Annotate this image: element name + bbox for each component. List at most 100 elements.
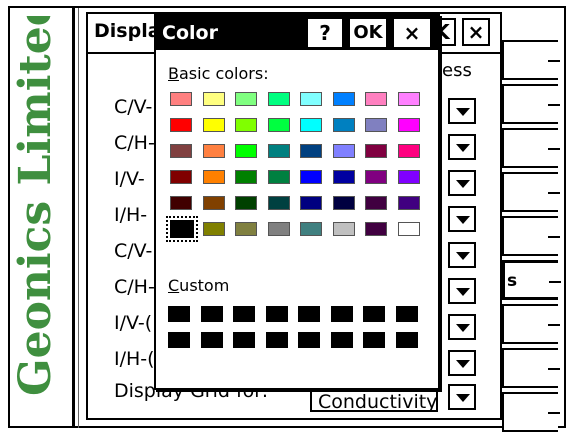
basic-color-swatch[interactable] — [202, 118, 225, 132]
custom-colors-label: Custom — [168, 276, 230, 295]
basic-color-swatch[interactable] — [397, 92, 420, 106]
basic-color-swatch[interactable] — [332, 92, 355, 106]
basic-color-swatch[interactable] — [300, 170, 322, 184]
custom-color-swatch[interactable] — [330, 332, 353, 348]
column-header-fragment: ess — [442, 60, 472, 81]
basic-color-swatch[interactable] — [235, 118, 257, 132]
side-panel-tick — [548, 236, 560, 238]
basic-color-swatch[interactable] — [300, 222, 322, 236]
side-panel-button[interactable] — [502, 40, 560, 80]
row-dropdown-button[interactable] — [448, 170, 476, 196]
basic-color-swatch[interactable] — [202, 144, 225, 158]
basic-color-swatch[interactable] — [235, 196, 257, 210]
brand-text: Geonics Limited — [10, 16, 61, 396]
custom-color-swatch[interactable] — [363, 332, 385, 348]
custom-color-swatch[interactable] — [265, 332, 288, 348]
basic-color-swatch[interactable] — [300, 92, 322, 106]
custom-color-swatch[interactable] — [200, 332, 223, 348]
basic-color-swatch[interactable] — [365, 170, 387, 184]
custom-color-swatch[interactable] — [298, 332, 320, 348]
side-panel-tick — [549, 281, 561, 283]
side-panel-button[interactable]: s — [502, 260, 561, 300]
row-dropdown-button[interactable] — [448, 242, 476, 268]
basic-color-swatch[interactable] — [170, 196, 192, 210]
ok-button[interactable]: OK — [350, 19, 386, 47]
custom-color-swatch[interactable] — [168, 332, 190, 348]
basic-color-swatch[interactable] — [267, 196, 290, 210]
basic-color-swatch[interactable] — [300, 144, 322, 158]
basic-color-swatch[interactable] — [332, 118, 355, 132]
basic-color-swatch[interactable] — [202, 92, 225, 106]
basic-color-swatch[interactable] — [202, 196, 225, 210]
custom-color-swatch[interactable] — [233, 332, 255, 348]
basic-color-swatch[interactable] — [235, 170, 257, 184]
basic-color-swatch[interactable] — [170, 170, 192, 184]
side-panel-button[interactable] — [502, 348, 560, 388]
basic-color-swatch[interactable] — [202, 170, 225, 184]
row-dropdown-button[interactable] — [448, 278, 476, 304]
basic-color-swatch[interactable] — [397, 170, 420, 184]
help-button[interactable]: ? — [308, 19, 342, 47]
side-panel-tick — [548, 368, 560, 370]
basic-color-swatch[interactable] — [300, 196, 322, 210]
basic-color-swatch[interactable] — [365, 196, 387, 210]
row-dropdown-button[interactable] — [448, 350, 476, 376]
custom-color-swatch[interactable] — [330, 306, 353, 322]
custom-color-swatch[interactable] — [265, 306, 288, 322]
side-panel-button[interactable] — [502, 84, 560, 124]
basic-color-swatch[interactable] — [332, 170, 355, 184]
basic-color-swatch[interactable] — [397, 144, 420, 158]
row-label: C/V- — [114, 240, 153, 262]
custom-color-swatch[interactable] — [168, 306, 190, 322]
side-panel-button[interactable] — [502, 304, 560, 344]
basic-color-swatch[interactable] — [332, 222, 355, 236]
close-button[interactable]: × — [394, 19, 430, 47]
custom-color-swatch[interactable] — [233, 306, 255, 322]
color-dialog: Color ? OK × Basic colors: Custom — [154, 14, 440, 390]
side-panel-button[interactable] — [502, 128, 560, 168]
row-dropdown-button[interactable] — [448, 314, 476, 340]
basic-color-swatch[interactable] — [267, 222, 290, 236]
display-close-button[interactable]: × — [462, 18, 490, 46]
basic-color-swatch[interactable] — [170, 118, 192, 132]
basic-color-swatch[interactable] — [300, 118, 322, 132]
color-dialog-titlebar: Color ? OK × — [156, 16, 438, 50]
side-panel-tick — [548, 104, 560, 106]
custom-color-swatch[interactable] — [363, 306, 385, 322]
basic-color-swatch[interactable] — [365, 118, 387, 132]
basic-color-swatch[interactable] — [397, 222, 420, 236]
basic-color-swatch[interactable] — [267, 144, 290, 158]
basic-color-swatch[interactable] — [365, 222, 387, 236]
side-panel-button[interactable] — [502, 392, 560, 432]
custom-color-swatch[interactable] — [395, 306, 418, 322]
basic-color-swatch[interactable] — [267, 118, 290, 132]
row-dropdown-button[interactable] — [448, 134, 476, 160]
basic-color-swatch[interactable] — [397, 118, 420, 132]
custom-color-swatch[interactable] — [298, 306, 320, 322]
side-panel-button[interactable] — [502, 172, 560, 212]
row-dropdown-button[interactable] — [448, 206, 476, 232]
basic-color-swatch[interactable] — [397, 196, 420, 210]
basic-color-swatch[interactable] — [202, 222, 225, 236]
side-panel-tick — [548, 148, 560, 150]
row-label: I/H- — [114, 204, 148, 226]
row-dropdown-button[interactable] — [448, 98, 476, 124]
display-grid-dropdown-button[interactable] — [448, 384, 476, 410]
basic-color-swatch[interactable] — [365, 144, 387, 158]
basic-color-swatch[interactable] — [166, 216, 198, 242]
basic-color-swatch[interactable] — [332, 196, 355, 210]
basic-color-swatch[interactable] — [365, 92, 387, 106]
basic-color-swatch[interactable] — [267, 92, 290, 106]
basic-color-swatch[interactable] — [235, 144, 257, 158]
row-label: I/V- — [114, 168, 145, 190]
basic-color-swatch[interactable] — [267, 170, 290, 184]
custom-color-swatch[interactable] — [395, 332, 418, 348]
custom-color-swatch[interactable] — [200, 306, 223, 322]
basic-color-swatch[interactable] — [235, 222, 257, 236]
basic-color-swatch[interactable] — [235, 92, 257, 106]
basic-color-swatch[interactable] — [170, 92, 192, 106]
side-panel-tick — [548, 324, 560, 326]
basic-color-swatch[interactable] — [170, 144, 192, 158]
basic-color-swatch[interactable] — [332, 144, 355, 158]
side-panel-button[interactable] — [502, 216, 560, 256]
